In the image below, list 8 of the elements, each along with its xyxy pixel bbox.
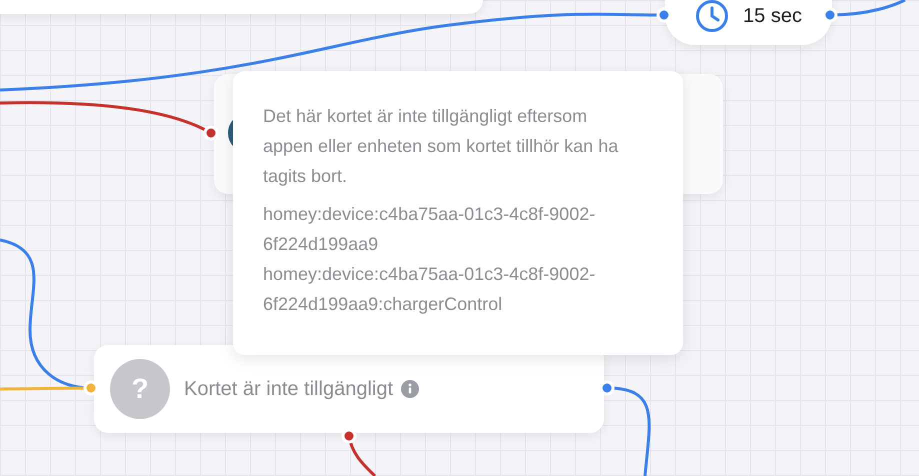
clock-icon	[695, 0, 730, 33]
tooltip-message: Det här kortet är inte tillgängligt eftersom appen eller enheten som kortet tillhör kan ha tagits bort.	[263, 105, 620, 188]
delay-card[interactable]: 15 sec	[665, 0, 832, 45]
question-icon: ?	[110, 359, 170, 419]
card-title: Kortet är inte tillgängligt	[184, 378, 394, 400]
card-id: homey:device:c4ba75aa-01c3-4c8f-9002-6f224d199aa9:chargerControl	[263, 263, 596, 316]
info-icon[interactable]	[401, 380, 420, 398]
delay-duration: 15 sec	[743, 4, 802, 29]
